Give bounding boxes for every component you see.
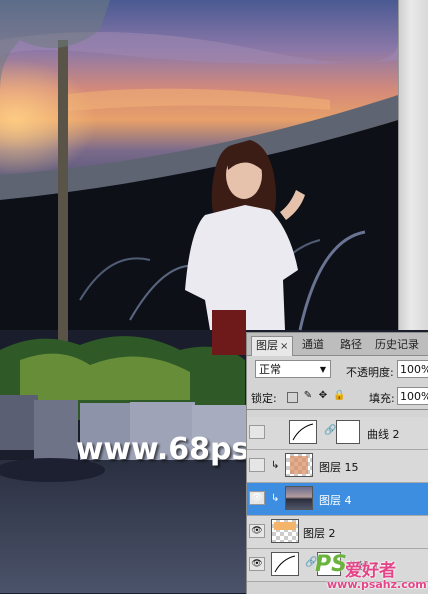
layer-thumbnail (271, 519, 299, 543)
chevron-down-icon: ▼ (319, 365, 326, 374)
lock-label: 锁定: (251, 392, 277, 405)
visibility-toggle[interactable] (249, 458, 265, 472)
brand-url: www.psahz.com (327, 578, 427, 591)
opacity-field[interactable]: 100% (397, 360, 428, 378)
lock-transparency-icon[interactable] (287, 392, 298, 403)
tab-channels[interactable]: 通道 (298, 336, 328, 355)
layer-row-layer-2[interactable]: 图层 2 (247, 516, 428, 549)
clipping-arrow-icon: ↳ (271, 493, 280, 504)
layer-name: 曲线 2 (367, 428, 400, 441)
link-icon: 🔗 (324, 425, 337, 436)
blend-mode-select[interactable]: 正常 ▼ (255, 360, 331, 378)
fill-label: 填充: (369, 392, 395, 405)
layer-thumbnail (285, 453, 313, 477)
tab-history[interactable]: 历史记录 (371, 336, 423, 355)
tab-paths[interactable]: 路径 (336, 336, 366, 355)
lock-fill-row: 锁定: ✎ ✥ 🔒 填充: 100% (247, 385, 428, 410)
eye-icon[interactable] (249, 491, 265, 505)
layer-mask-thumbnail[interactable] (336, 420, 360, 444)
layer-thumbnail (285, 486, 313, 510)
blend-mode-value: 正常 (259, 363, 281, 376)
curves-adjustment-icon (271, 552, 299, 576)
eye-icon[interactable] (249, 524, 265, 538)
clipping-arrow-icon: ↳ (271, 460, 280, 471)
lock-move-icon[interactable]: ✥ (317, 390, 329, 402)
lock-brush-icon[interactable]: ✎ (302, 390, 314, 402)
vertical-scrollbar[interactable] (398, 0, 428, 330)
layer-row-curves-2[interactable]: 🔗 曲线 2 (247, 417, 428, 450)
layer-row-layer-15[interactable]: ↳ 图层 15 (247, 450, 428, 483)
tab-layers-label: 图层 (256, 339, 278, 352)
layer-name: 图层 4 (319, 494, 352, 507)
layer-name: 图层 15 (319, 461, 359, 474)
blend-opacity-row: 正常 ▼ 不透明度: 100% (247, 356, 428, 382)
brand-ps-logo: PS (315, 552, 347, 577)
layer-name: 图层 2 (303, 527, 336, 540)
tab-layers[interactable]: 图层 × (251, 336, 294, 356)
lock-all-icon[interactable]: 🔒 (333, 390, 345, 402)
eye-icon[interactable] (249, 557, 265, 571)
layer-row-layer-4[interactable]: ↳ 图层 4 (247, 483, 428, 516)
curves-adjustment-icon (289, 420, 317, 444)
fill-field[interactable]: 100% (397, 387, 428, 405)
panel-tab-bar: 图层 × 通道 路径 历史记录 (247, 333, 428, 356)
tab-close-icon[interactable]: × (280, 341, 288, 352)
opacity-label: 不透明度: (346, 366, 394, 379)
visibility-toggle[interactable] (249, 425, 265, 439)
